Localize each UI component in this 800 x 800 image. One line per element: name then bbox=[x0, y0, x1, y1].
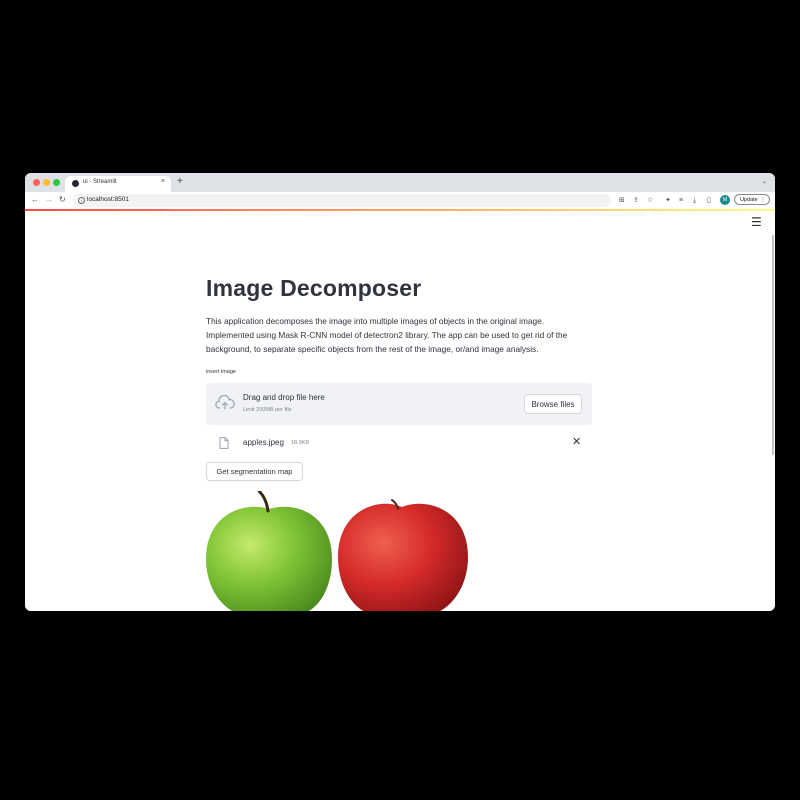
cloud-upload-icon bbox=[215, 395, 235, 410]
more-menu-icon[interactable]: ⋮ bbox=[760, 195, 766, 206]
browser-toolbar: ← → ↻ i localhost:8501 ⊞ ⇪ ☆ ✦ ≡ ⤓ ▯ M U… bbox=[25, 192, 775, 210]
green-apple bbox=[206, 491, 332, 611]
close-window-button[interactable] bbox=[33, 179, 40, 186]
app-description: This application decomposes the image in… bbox=[206, 316, 568, 354]
file-size: 18.3KB bbox=[291, 440, 310, 446]
maximize-window-button[interactable] bbox=[53, 179, 60, 186]
uploader-label: insert image bbox=[206, 369, 236, 375]
streamlit-page: ☰ Image Decomposer This application deco… bbox=[25, 211, 775, 611]
translate-icon[interactable]: ⊞ bbox=[619, 196, 625, 205]
forward-button[interactable]: → bbox=[45, 195, 53, 205]
back-button[interactable]: ← bbox=[31, 195, 39, 205]
tab-streamlit[interactable]: ui · Streamlit × bbox=[65, 176, 171, 192]
tab-bar: ui · Streamlit × + ⌄ bbox=[25, 173, 775, 192]
reload-button[interactable]: ↻ bbox=[59, 195, 66, 205]
reading-list-icon[interactable]: ≡ bbox=[679, 196, 683, 205]
drop-title: Drag and drop file here bbox=[243, 393, 325, 402]
url-text: localhost:8501 bbox=[87, 196, 129, 203]
streamlit-favicon-icon bbox=[72, 180, 79, 187]
update-label: Update bbox=[740, 197, 758, 203]
download-icon[interactable]: ⤓ bbox=[693, 196, 696, 205]
uploaded-file-row: apples.jpeg 18.3KB ✕ bbox=[206, 433, 592, 453]
address-bar[interactable]: i localhost:8501 bbox=[73, 194, 611, 207]
update-button[interactable]: Update ⋮ bbox=[734, 194, 770, 205]
apples-image bbox=[206, 491, 468, 611]
file-dropzone[interactable]: Drag and drop file here Limit 200MB per … bbox=[206, 383, 592, 425]
site-info-icon[interactable]: i bbox=[78, 197, 85, 204]
remove-file-icon[interactable]: ✕ bbox=[572, 436, 581, 448]
tab-close-icon[interactable]: × bbox=[161, 178, 165, 185]
tab-search-icon[interactable]: ⌄ bbox=[762, 178, 767, 185]
bookmark-star-icon[interactable]: ☆ bbox=[647, 196, 653, 205]
page-scrollbar[interactable] bbox=[772, 235, 774, 455]
tab-title: ui · Streamlit bbox=[83, 179, 117, 185]
file-name: apples.jpeg bbox=[243, 438, 284, 447]
red-apple bbox=[338, 499, 468, 611]
main-menu-icon[interactable]: ☰ bbox=[751, 215, 762, 229]
get-segmentation-map-button[interactable]: Get segmentation map bbox=[206, 462, 303, 481]
extensions-puzzle-icon[interactable]: ✦ bbox=[665, 196, 671, 205]
new-tab-button[interactable]: + bbox=[177, 176, 183, 188]
profile-avatar[interactable]: M bbox=[720, 195, 730, 205]
page-title: Image Decomposer bbox=[206, 275, 422, 301]
side-panel-icon[interactable]: ▯ bbox=[707, 196, 711, 205]
upload-limit: Limit 200MB per file bbox=[243, 407, 292, 413]
browse-files-button[interactable]: Browse files bbox=[524, 394, 582, 414]
browser-window: ui · Streamlit × + ⌄ ← → ↻ i localhost:8… bbox=[25, 173, 775, 611]
share-icon[interactable]: ⇪ bbox=[633, 196, 639, 205]
file-icon bbox=[219, 437, 229, 449]
minimize-window-button[interactable] bbox=[43, 179, 50, 186]
